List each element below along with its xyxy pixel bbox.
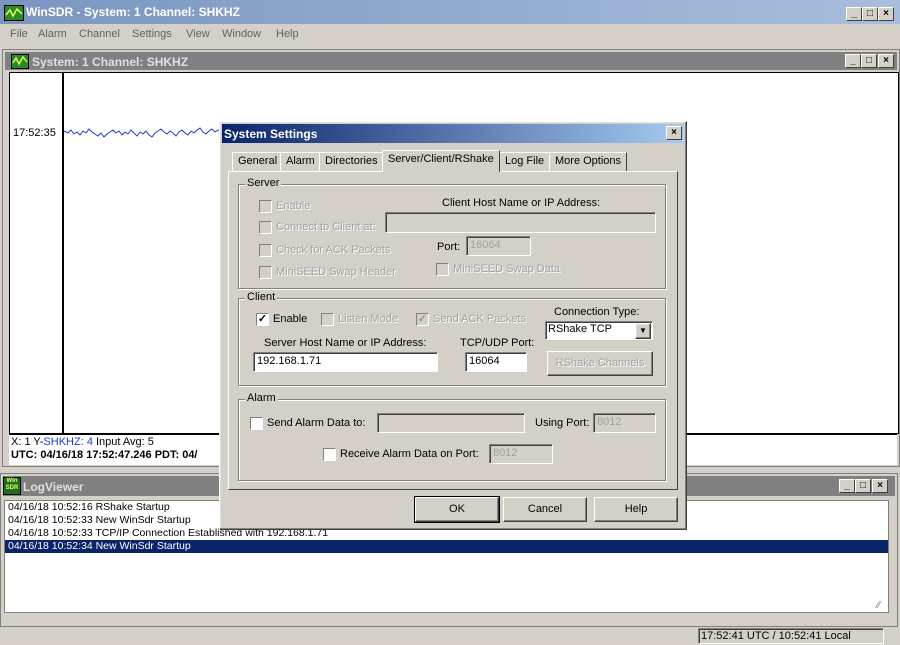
alarm-group xyxy=(238,399,666,481)
client-host-field[interactable] xyxy=(385,212,656,233)
resize-grip-icon[interactable]: ⁄⁄ xyxy=(877,600,889,612)
menu-alarm[interactable]: Alarm xyxy=(38,28,67,40)
tcp-udp-port-label: TCP/UDP Port: xyxy=(460,337,535,349)
send-alarm-label: Send Alarm Data to: xyxy=(267,417,366,429)
status-prefix: X: 1 Y- xyxy=(11,436,44,448)
status-line-1: X: 1 Y-SHKHZ: 4 Input Avg: 5 xyxy=(11,436,154,448)
client-enable-label: Enable xyxy=(273,313,308,325)
status-bar: 17:52:41 UTC / 10:52:41 Local xyxy=(0,627,900,645)
waveform-trace xyxy=(64,127,223,138)
status-clock: 17:52:41 UTC / 10:52:41 Local xyxy=(698,628,884,644)
channel-title-bar: System: 1 Channel: SHKHZ _ □ × xyxy=(5,52,897,70)
receive-alarm-checkbox[interactable] xyxy=(323,448,336,461)
maximize-icon[interactable]: □ xyxy=(862,7,878,21)
channel-close-icon[interactable]: × xyxy=(878,54,894,68)
chevron-down-icon[interactable]: ▼ xyxy=(635,323,651,339)
ok-button[interactable]: OK xyxy=(414,496,500,523)
tcp-udp-port-field[interactable]: 16064 xyxy=(465,352,527,372)
using-port-label: Using Port: xyxy=(535,417,590,429)
connection-type-value: RShake TCP xyxy=(548,323,612,335)
connect-client-checkbox[interactable] xyxy=(259,221,272,234)
trace-time-label: 17:52:35 xyxy=(13,127,56,139)
send-alarm-checkbox[interactable] xyxy=(250,417,263,430)
using-port-field[interactable]: 8012 xyxy=(593,413,656,433)
cancel-button[interactable]: Cancel xyxy=(503,497,587,522)
client-enable-checkbox[interactable]: ✓ xyxy=(256,313,269,326)
miniseed-header-label: MiniSEED Swap Header xyxy=(276,266,396,278)
main-title-bar: WinSDR - System: 1 Channel: SHKHZ _ □ × xyxy=(0,0,900,24)
dialog-title: System Settings xyxy=(224,127,318,141)
connect-client-label: Connect to Client at: xyxy=(276,221,376,233)
tab-server-client-rshake[interactable]: Server/Client/RShake xyxy=(382,150,500,172)
rshake-channels-button[interactable]: RShake Channels xyxy=(547,351,653,376)
miniseed-data-label: MiniSEED Swap Data xyxy=(453,263,560,275)
send-alarm-field[interactable] xyxy=(377,413,525,433)
alarm-group-title: Alarm xyxy=(245,392,278,404)
check-ack-checkbox[interactable] xyxy=(259,244,272,257)
tab-log-file[interactable]: Log File xyxy=(499,152,551,171)
logviewer-icon: Win SDR xyxy=(3,477,21,495)
channel-title: System: 1 Channel: SHKHZ xyxy=(32,55,189,69)
help-button[interactable]: Help xyxy=(594,497,678,522)
menu-bar: File Alarm Channel Settings View Window … xyxy=(0,25,900,45)
send-ack-checkbox[interactable]: ✓ xyxy=(416,313,429,326)
logviewer-maximize-icon[interactable]: □ xyxy=(855,479,871,493)
server-port-label: Port: xyxy=(437,241,461,253)
miniseed-header-checkbox[interactable] xyxy=(259,266,272,279)
system-settings-dialog: System Settings × General Alarm Director… xyxy=(219,121,687,530)
listen-mode-label: Listen Mode xyxy=(338,313,398,325)
receive-alarm-label: Receive Alarm Data on Port: xyxy=(340,448,479,460)
logviewer-close-icon[interactable]: × xyxy=(872,479,888,493)
tab-alarm[interactable]: Alarm xyxy=(280,152,321,171)
connection-type-select[interactable]: RShake TCP ▼ xyxy=(545,321,653,340)
tab-more-options[interactable]: More Options xyxy=(549,152,628,171)
server-enable-checkbox[interactable] xyxy=(259,200,272,213)
status-line-2: UTC: 04/16/18 17:52:47.246 PDT: 04/ xyxy=(11,449,198,461)
menu-channel[interactable]: Channel xyxy=(79,28,120,40)
status-channel: SHKHZ: 4 xyxy=(43,436,93,448)
minimize-icon[interactable]: _ xyxy=(846,7,862,21)
client-group-title: Client xyxy=(245,291,278,303)
server-group-title: Server xyxy=(245,177,282,189)
server-host-label: Server Host Name or IP Address: xyxy=(264,337,427,349)
logviewer-title: LogViewer xyxy=(23,480,84,494)
dialog-close-icon[interactable]: × xyxy=(666,126,682,140)
tab-directories[interactable]: Directories xyxy=(319,152,384,171)
listen-mode-checkbox[interactable] xyxy=(321,313,334,326)
app-icon xyxy=(4,5,24,21)
status-input-avg: Input Avg: 5 xyxy=(92,436,154,448)
tab-strip: General Alarm Directories Server/Client/… xyxy=(230,150,680,172)
send-ack-label: Send ACK Packets xyxy=(433,313,526,325)
check-ack-label: Check for ACK Packets xyxy=(276,244,391,256)
tab-general[interactable]: General xyxy=(232,152,284,171)
menu-view[interactable]: View xyxy=(186,28,210,40)
client-host-label: Client Host Name or IP Address: xyxy=(442,197,601,209)
menu-file[interactable]: File xyxy=(10,28,28,40)
server-port-field[interactable]: 16064 xyxy=(466,236,531,256)
channel-icon xyxy=(11,54,29,69)
close-icon[interactable]: × xyxy=(878,7,894,21)
app-title: WinSDR - System: 1 Channel: SHKHZ xyxy=(26,5,240,19)
log-line-selected[interactable]: 04/16/18 10:52:34 New WinSdr Startup xyxy=(5,540,888,553)
menu-window[interactable]: Window xyxy=(222,28,261,40)
menu-settings[interactable]: Settings xyxy=(132,28,172,40)
miniseed-data-checkbox[interactable] xyxy=(436,263,449,276)
menu-help[interactable]: Help xyxy=(276,28,299,40)
channel-maximize-icon[interactable]: □ xyxy=(861,54,877,68)
channel-minimize-icon[interactable]: _ xyxy=(845,54,861,68)
server-host-field[interactable]: 192.168.1.71 xyxy=(253,352,438,372)
connection-type-label: Connection Type: xyxy=(554,306,640,318)
server-enable-label: Enable xyxy=(276,200,311,212)
receive-port-field[interactable]: 8012 xyxy=(489,444,553,464)
logviewer-minimize-icon[interactable]: _ xyxy=(839,479,855,493)
dialog-title-bar: System Settings × xyxy=(222,124,684,143)
